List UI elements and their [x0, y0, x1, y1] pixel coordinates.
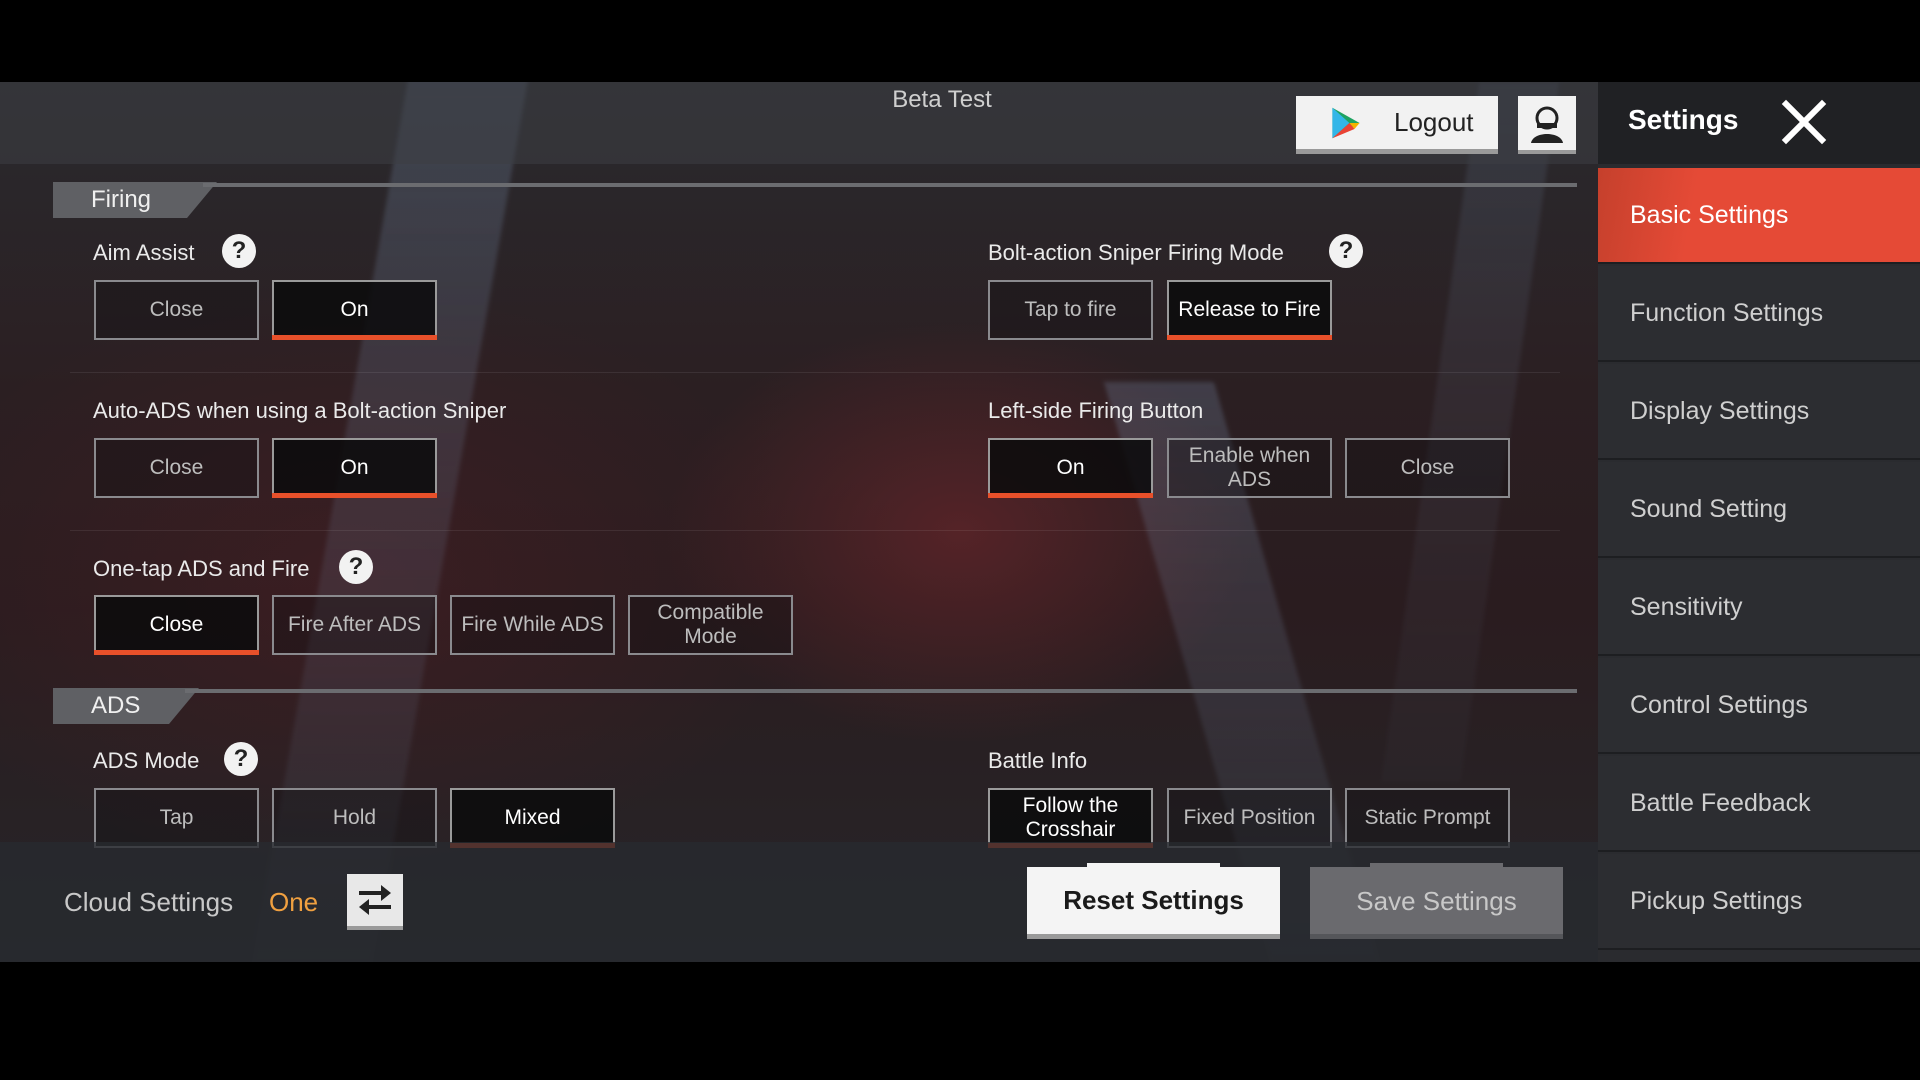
bolt-sniper-option-release[interactable]: Release to Fire [1167, 280, 1332, 340]
aim-assist-option-close[interactable]: Close [94, 280, 259, 340]
aim-assist-option-on[interactable]: On [272, 280, 437, 340]
ads-mode-label: ADS Mode [93, 748, 200, 773]
user-avatar-button[interactable] [1518, 96, 1576, 154]
help-icon[interactable]: ? [224, 742, 258, 776]
battle-info-option-crosshair[interactable]: Follow the Crosshair [988, 788, 1153, 848]
auto-ads-option-close[interactable]: Close [94, 438, 259, 498]
play-store-icon [1332, 107, 1360, 138]
sidebar-item-sensitivity[interactable]: Sensitivity [1598, 560, 1920, 656]
sidebar-item-pickup-settings[interactable]: Pickup Settings [1598, 854, 1920, 950]
logout-label: Logout [1394, 107, 1474, 137]
left-fire-option-on[interactable]: On [988, 438, 1153, 498]
cloud-settings-value: One [269, 887, 319, 917]
one-tap-option-close[interactable]: Close [94, 595, 259, 655]
row-divider [70, 530, 1560, 531]
light-beam [1380, 82, 1560, 782]
battle-info-option-static[interactable]: Static Prompt [1345, 788, 1510, 848]
close-icon[interactable] [1780, 98, 1828, 146]
one-tap-option-compatible[interactable]: Compatible Mode [628, 595, 793, 655]
user-avatar-icon [1531, 106, 1563, 143]
sidebar-item-battle-feedback[interactable]: Battle Feedback [1598, 756, 1920, 852]
left-fire-option-ads[interactable]: Enable when ADS [1167, 438, 1332, 498]
reset-settings-button[interactable]: Reset Settings [1027, 863, 1280, 939]
sidebar-item-display-settings[interactable]: Display Settings [1598, 364, 1920, 460]
section-title-ads: ADS [53, 688, 199, 724]
one-tap-label: One-tap ADS and Fire [93, 556, 310, 581]
bolt-sniper-mode-label: Bolt-action Sniper Firing Mode [988, 240, 1284, 265]
section-rule [185, 689, 1577, 693]
save-settings-button[interactable]: Save Settings [1310, 863, 1563, 939]
row-divider [70, 372, 1560, 373]
cloud-settings-label: Cloud Settings [64, 887, 234, 917]
one-tap-option-after[interactable]: Fire After ADS [272, 595, 437, 655]
left-fire-option-close[interactable]: Close [1345, 438, 1510, 498]
sidebar-item-function-settings[interactable]: Function Settings [1598, 266, 1920, 362]
settings-panel: Beta Test Logout Firing Aim Assist ? Clo… [0, 82, 1598, 962]
help-icon[interactable]: ? [1329, 234, 1363, 268]
section-title-firing: Firing [53, 182, 217, 218]
sidebar-item-basic-settings[interactable]: Basic Settings [1598, 168, 1920, 264]
sidebar-item-sound-setting[interactable]: Sound Setting [1598, 462, 1920, 558]
ads-mode-option-tap[interactable]: Tap [94, 788, 259, 848]
one-tap-option-while[interactable]: Fire While ADS [450, 595, 615, 655]
logout-button[interactable]: Logout [1296, 96, 1498, 154]
auto-ads-label: Auto-ADS when using a Bolt-action Sniper [93, 398, 507, 423]
sidebar-header: Settings [1598, 82, 1920, 164]
sidebar-title: Settings [1628, 104, 1739, 135]
auto-ads-option-on[interactable]: On [272, 438, 437, 498]
battle-info-option-fixed[interactable]: Fixed Position [1167, 788, 1332, 848]
sidebar-item-control-settings[interactable]: Control Settings [1598, 658, 1920, 754]
ads-mode-option-hold[interactable]: Hold [272, 788, 437, 848]
page-title: Beta Test [892, 86, 992, 113]
settings-sidebar: Settings Basic Settings Function Setting… [1598, 82, 1920, 962]
letterbox-top [0, 0, 1920, 82]
help-icon[interactable]: ? [222, 234, 256, 268]
cloud-swap-button[interactable] [347, 874, 403, 930]
battle-info-label: Battle Info [988, 748, 1088, 773]
ads-mode-option-mixed[interactable]: Mixed [450, 788, 615, 848]
swap-arrows-icon [359, 885, 391, 915]
aim-assist-label: Aim Assist [93, 240, 195, 265]
bolt-sniper-option-tap[interactable]: Tap to fire [988, 280, 1153, 340]
letterbox-bottom [0, 962, 1920, 1080]
help-icon[interactable]: ? [339, 550, 373, 584]
section-rule [203, 183, 1577, 187]
left-fire-label: Left-side Firing Button [988, 398, 1204, 423]
